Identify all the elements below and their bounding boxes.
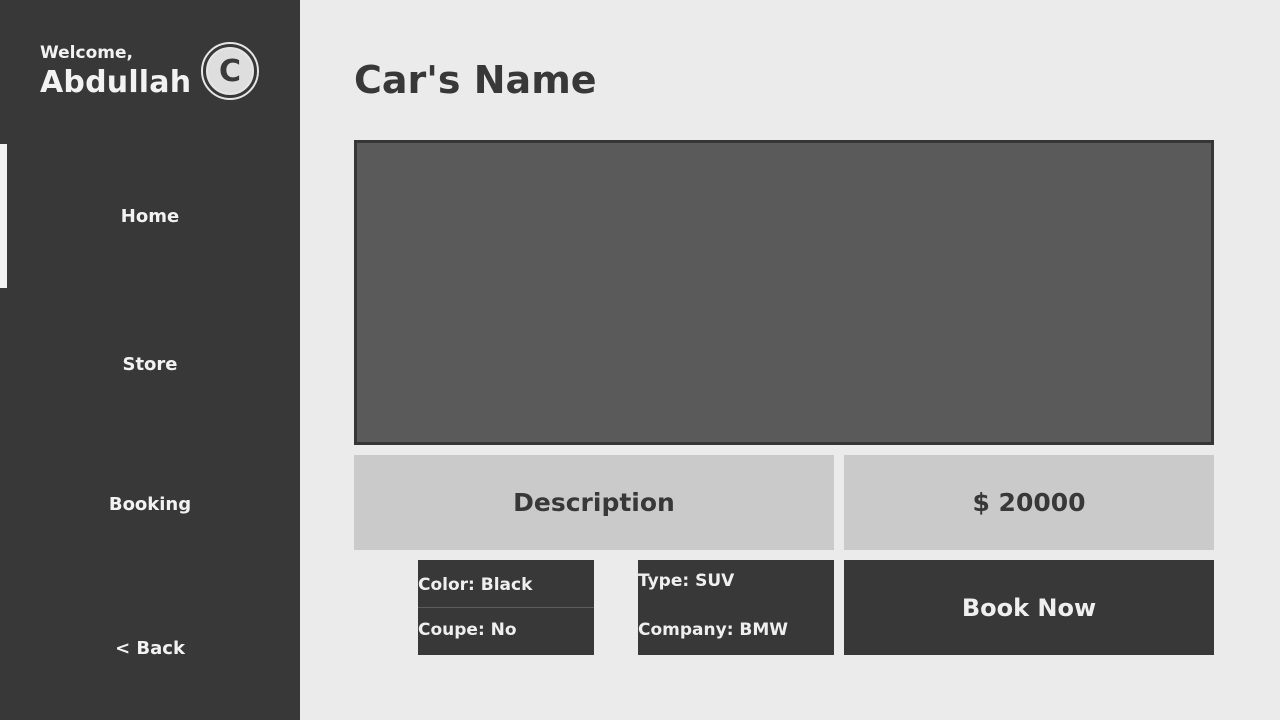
book-now-button[interactable]: Book Now (844, 560, 1214, 655)
description-box: Description (354, 455, 834, 550)
spec-company: Company: BMW (638, 620, 789, 640)
welcome-label: Welcome, (40, 43, 133, 63)
user-name: Abdullah (40, 65, 192, 100)
spec-color: Color: Black (418, 560, 594, 608)
main-content: Car's Name Description $ 20000 Color: Bl… (300, 0, 1280, 720)
car-image (354, 140, 1214, 445)
avatar-letter-icon: C (206, 47, 254, 95)
price-box: $ 20000 (844, 455, 1214, 550)
sidebar-item-label: Home (120, 205, 180, 227)
sidebar-item-label: Store (122, 353, 178, 375)
sidebar-item-label: Booking (108, 493, 192, 515)
specs-panel-right: Type: SUV Company: BMW (638, 560, 834, 655)
back-button-label: < Back (115, 637, 185, 659)
book-now-label: Book Now (961, 593, 1097, 622)
sidebar: Welcome, Abdullah C Home Store Booking <… (0, 0, 300, 720)
price-value: $ 20000 (972, 488, 1086, 517)
sidebar-item-store[interactable]: Store (0, 292, 300, 436)
sidebar-item-home[interactable]: Home (0, 144, 300, 288)
description-label: Description (513, 488, 675, 517)
specs-panel-left: Color: Black Coupe: No (418, 560, 594, 655)
welcome-block: Welcome, Abdullah (40, 42, 191, 102)
spec-coupe: Coupe: No (418, 620, 517, 640)
avatar[interactable]: C (201, 42, 259, 100)
page-title: Car's Name (354, 58, 597, 102)
back-button[interactable]: < Back (0, 576, 300, 720)
spec-type: Type: SUV (638, 571, 735, 591)
sidebar-item-booking[interactable]: Booking (0, 432, 300, 576)
